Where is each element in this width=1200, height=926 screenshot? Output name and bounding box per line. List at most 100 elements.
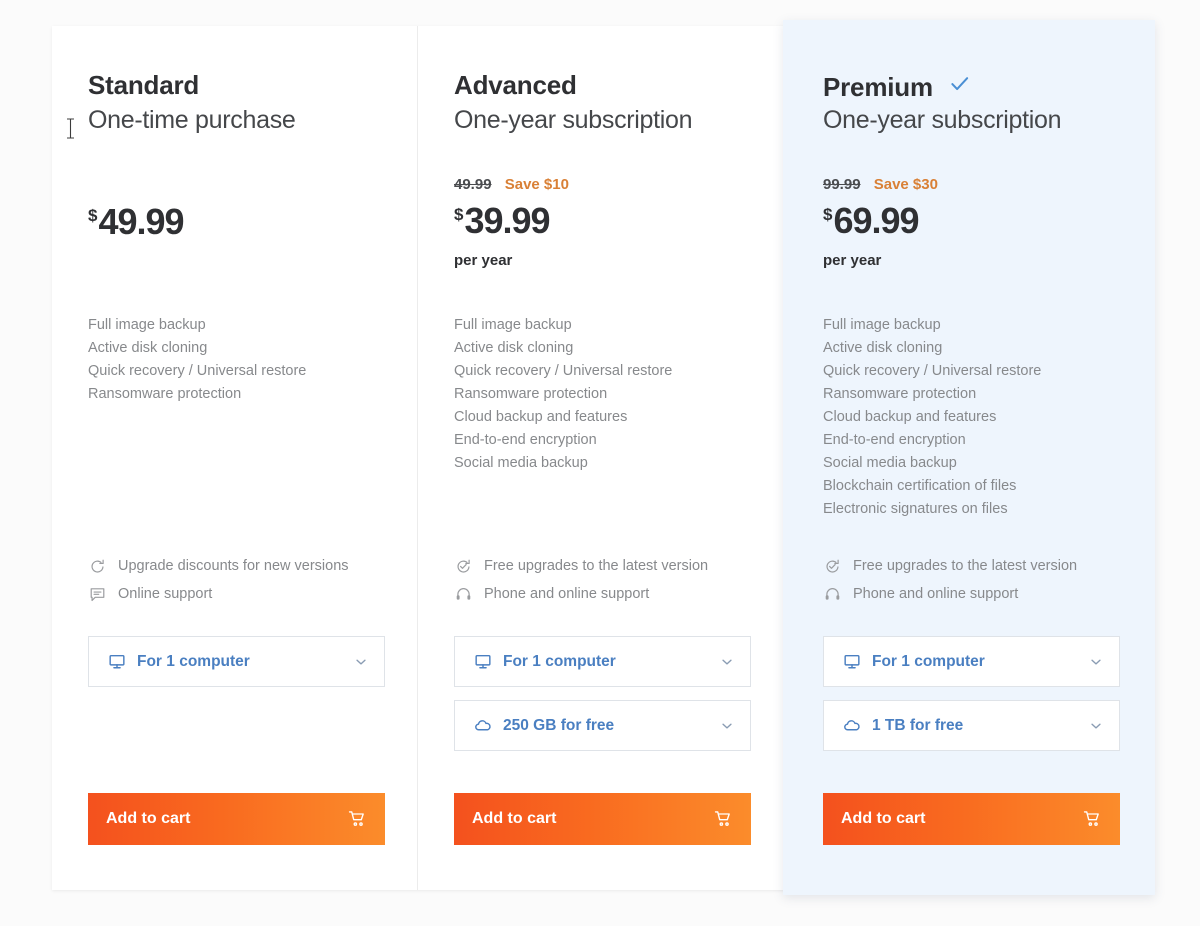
plan-name-text: Standard: [88, 70, 200, 100]
price-amount: 49.99: [98, 201, 184, 242]
perk-item: Phone and online support: [823, 580, 1077, 608]
shopping-cart-icon: [347, 809, 367, 829]
feature-list: Full image backup Active disk cloning Qu…: [88, 314, 306, 406]
chevron-down-icon[interactable]: [1089, 719, 1103, 733]
shopping-cart-icon: [1082, 809, 1102, 829]
cloud-storage-label: 250 GB for free: [503, 716, 615, 734]
add-to-cart-label: Add to cart: [841, 810, 926, 827]
feature-item: Active disk cloning: [823, 340, 943, 356]
add-to-cart-button[interactable]: Add to cart: [454, 793, 751, 845]
plan-price: $39.99: [454, 200, 551, 241]
option-selectors: For 1 computer: [88, 636, 385, 700]
computer-count-label: For 1 computer: [503, 652, 616, 670]
perk-label: Upgrade discounts for new versions: [118, 558, 349, 574]
computer-count-label: For 1 computer: [137, 652, 250, 670]
plan-card-standard[interactable]: Standard One-time purchase $49.99 Full i…: [52, 26, 418, 890]
cloud-storage-select[interactable]: 1 TB for free: [823, 700, 1120, 751]
billing-period: per year: [454, 252, 513, 269]
price-amount: 39.99: [464, 200, 550, 241]
plan-card-premium[interactable]: Premium One-year subscription 99.99 Save…: [783, 20, 1155, 895]
perk-label: Phone and online support: [484, 586, 650, 602]
feature-list: Full image backup Active disk cloning Qu…: [823, 314, 1041, 521]
cloud-icon: [473, 716, 493, 736]
computer-count-select[interactable]: For 1 computer: [823, 636, 1120, 687]
chat-bubble-icon: [88, 585, 107, 604]
feature-item: Ransomware protection: [454, 386, 608, 402]
save-badge: Save $10: [504, 176, 569, 193]
feature-item: End-to-end encryption: [454, 432, 597, 448]
plan-name: Premium: [823, 70, 970, 103]
plan-card-advanced[interactable]: Advanced One-year subscription 49.99 Sav…: [418, 26, 784, 890]
pricing-table: Standard One-time purchase $49.99 Full i…: [0, 0, 1200, 926]
option-selectors: For 1 computer 250 GB for free: [454, 636, 751, 764]
old-price: 49.99: [454, 176, 492, 193]
plan-price: $49.99: [88, 201, 185, 242]
refresh-arrow-icon: [88, 557, 107, 576]
feature-item: Social media backup: [823, 455, 957, 471]
headset-icon: [454, 585, 473, 604]
desktop-computer-icon: [107, 652, 127, 672]
plan-name: Advanced: [454, 70, 577, 101]
chevron-down-icon[interactable]: [720, 719, 734, 733]
refresh-check-icon: [454, 557, 473, 576]
shopping-cart-icon: [713, 809, 733, 829]
chevron-down-icon[interactable]: [720, 655, 734, 669]
chevron-down-icon[interactable]: [354, 655, 368, 669]
perk-label: Free upgrades to the latest version: [484, 558, 709, 574]
currency-symbol: $: [454, 205, 464, 224]
feature-item: Active disk cloning: [88, 340, 208, 356]
discount-row: 99.99 Save $30: [823, 176, 938, 193]
feature-item: Quick recovery / Universal restore: [823, 363, 1042, 379]
feature-item: Full image backup: [454, 317, 572, 333]
feature-item: Full image backup: [88, 317, 206, 333]
perk-item: Upgrade discounts for new versions: [88, 552, 349, 580]
plan-name-text: Advanced: [454, 70, 577, 100]
perk-list: Free upgrades to the latest version Phon…: [454, 552, 708, 608]
feature-item: Electronic signatures on files: [823, 501, 1008, 517]
feature-item: Ransomware protection: [823, 386, 977, 402]
price-amount: 69.99: [833, 200, 919, 241]
feature-item: Full image backup: [823, 317, 941, 333]
feature-item: Social media backup: [454, 455, 588, 471]
perk-item: Online support: [88, 580, 349, 608]
perk-label: Free upgrades to the latest version: [853, 558, 1078, 574]
perk-label: Online support: [118, 586, 213, 602]
option-selectors: For 1 computer 1 TB for free: [823, 636, 1120, 764]
add-to-cart-button[interactable]: Add to cart: [88, 793, 385, 845]
refresh-check-icon: [823, 557, 842, 576]
feature-item: Cloud backup and features: [454, 409, 628, 425]
feature-item: End-to-end encryption: [823, 432, 966, 448]
desktop-computer-icon: [473, 652, 493, 672]
plan-subtitle: One-year subscription: [454, 106, 693, 134]
headset-icon: [823, 585, 842, 604]
desktop-computer-icon: [842, 652, 862, 672]
plan-name: Standard: [88, 70, 199, 101]
add-to-cart-label: Add to cart: [472, 810, 557, 827]
computer-count-select[interactable]: For 1 computer: [88, 636, 385, 687]
feature-item: Ransomware protection: [88, 386, 242, 402]
cloud-storage-select[interactable]: 250 GB for free: [454, 700, 751, 751]
feature-item: Quick recovery / Universal restore: [88, 363, 307, 379]
cloud-storage-label: 1 TB for free: [872, 716, 964, 734]
feature-item: Quick recovery / Universal restore: [454, 363, 673, 379]
save-badge: Save $30: [873, 176, 938, 193]
billing-period: per year: [823, 252, 882, 269]
plan-subtitle: One-time purchase: [88, 106, 296, 134]
plan-price: $69.99: [823, 200, 920, 241]
perk-item: Free upgrades to the latest version: [823, 552, 1077, 580]
perk-item: Phone and online support: [454, 580, 708, 608]
currency-symbol: $: [823, 205, 833, 224]
computer-count-select[interactable]: For 1 computer: [454, 636, 751, 687]
feature-list: Full image backup Active disk cloning Qu…: [454, 314, 672, 475]
feature-item: Cloud backup and features: [823, 409, 997, 425]
computer-count-label: For 1 computer: [872, 652, 985, 670]
plan-subtitle: One-year subscription: [823, 106, 1062, 134]
perk-label: Phone and online support: [853, 586, 1019, 602]
perk-list: Upgrade discounts for new versions Onlin…: [88, 552, 349, 608]
add-to-cart-button[interactable]: Add to cart: [823, 793, 1120, 845]
add-to-cart-label: Add to cart: [106, 810, 191, 827]
checkmark-icon: [949, 70, 970, 101]
old-price: 99.99: [823, 176, 861, 193]
feature-item: Active disk cloning: [454, 340, 574, 356]
chevron-down-icon[interactable]: [1089, 655, 1103, 669]
